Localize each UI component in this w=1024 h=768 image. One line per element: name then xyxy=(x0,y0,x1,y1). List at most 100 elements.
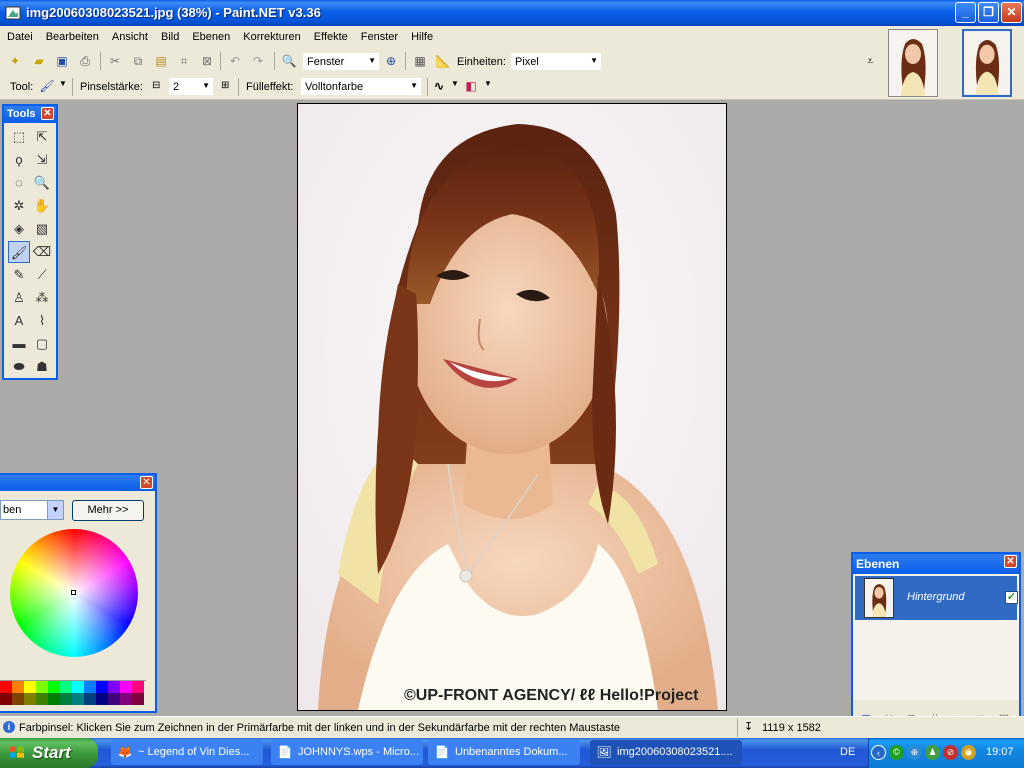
palette-swatch[interactable] xyxy=(132,681,144,693)
pan-hand-icon[interactable]: ✋ xyxy=(31,195,53,217)
palette-swatch[interactable] xyxy=(132,693,144,705)
eraser-icon[interactable]: ⌫ xyxy=(31,241,53,263)
menu-bild[interactable]: Bild xyxy=(154,26,185,43)
cut-icon[interactable]: ✂ xyxy=(106,52,124,70)
units-dropdown[interactable]: Pixel ▼ xyxy=(510,52,602,71)
layers-window-header[interactable]: Ebenen ✕ xyxy=(853,554,1019,574)
palette-swatch[interactable] xyxy=(0,681,12,693)
minimize-button[interactable]: _ xyxy=(955,2,976,23)
palette-swatch[interactable] xyxy=(96,681,108,693)
tools-window-header[interactable]: Tools ✕ xyxy=(4,106,56,123)
colors-window-header[interactable]: ✕ xyxy=(0,475,155,491)
menu-ebenen[interactable]: Ebenen xyxy=(185,26,236,43)
layer-visibility-checkbox[interactable]: ✓ xyxy=(1005,591,1018,604)
start-button[interactable]: Start xyxy=(0,738,98,768)
chevron-down-icon[interactable]: ▼ xyxy=(451,79,459,88)
color-mode-dropdown[interactable]: ben ▼ xyxy=(0,500,64,520)
palette-swatch[interactable] xyxy=(0,693,12,705)
chevron-down-icon[interactable]: ▼ xyxy=(59,79,67,88)
clone-stamp-icon[interactable]: ♙ xyxy=(8,287,30,309)
deselect-icon[interactable]: ⊠ xyxy=(198,52,216,70)
restore-button[interactable]: ❐ xyxy=(978,2,999,23)
palette-swatch[interactable] xyxy=(12,681,24,693)
palette-swatch[interactable] xyxy=(84,693,96,705)
blend-mode-icon[interactable]: ◧ xyxy=(462,77,480,95)
image-thumbnail-active[interactable] xyxy=(962,29,1012,97)
palette-swatch[interactable] xyxy=(120,681,132,693)
freeform-shape-icon[interactable]: ☗ xyxy=(31,356,53,378)
menu-ansicht[interactable]: Ansicht xyxy=(105,26,154,43)
paintbrush-icon[interactable]: 🖌 xyxy=(8,241,30,263)
undo-icon[interactable]: ↶ xyxy=(226,52,244,70)
increase-width-icon[interactable]: ⊞ xyxy=(221,80,229,91)
rectangle-select-icon[interactable]: ⬚ xyxy=(8,126,30,148)
image-thumbnail[interactable] xyxy=(888,29,938,97)
color-wheel[interactable] xyxy=(10,529,138,657)
palette-swatch[interactable] xyxy=(72,681,84,693)
menu-fenster[interactable]: Fenster xyxy=(354,26,404,43)
ellipse-icon[interactable]: ⬬ xyxy=(8,356,30,378)
magic-wand-icon[interactable]: ✲ xyxy=(8,195,30,217)
layer-row[interactable]: Hintergrund ✓ xyxy=(855,576,1018,620)
rectangle-icon[interactable]: ▬ xyxy=(8,333,30,355)
taskbar-button-works[interactable]: 📄 JOHNNYS.wps - Micro... xyxy=(271,740,423,765)
close-icon[interactable]: ✕ xyxy=(41,107,54,120)
palette-swatch[interactable] xyxy=(36,693,48,705)
palette-swatch[interactable] xyxy=(120,693,132,705)
image-canvas[interactable]: ©UP-FRONT AGENCY/ ℓℓ Hello!Project xyxy=(297,103,727,711)
brush-width-dropdown[interactable]: 2 ▼ xyxy=(168,77,214,96)
rulers-icon[interactable]: 📐 xyxy=(434,52,452,70)
pencil-icon[interactable]: ✎ xyxy=(8,264,30,286)
save-icon[interactable]: ▣ xyxy=(53,52,71,70)
tray-expand-icon[interactable]: ‹ xyxy=(871,745,886,760)
zoom-icon[interactable]: 🔍 xyxy=(31,172,53,194)
color-picker-icon[interactable]: ⟋ xyxy=(31,264,53,286)
tray-app-icon[interactable]: © xyxy=(889,745,904,760)
grid-icon[interactable]: ▦ xyxy=(411,52,429,70)
language-indicator[interactable]: DE xyxy=(840,746,855,758)
ellipse-select-icon[interactable]: ◌ xyxy=(8,172,30,194)
zoom-dropdown[interactable]: Fenster ▼ xyxy=(302,52,380,71)
menu-datei[interactable]: Datei xyxy=(0,26,39,43)
menu-effekte[interactable]: Effekte xyxy=(307,26,354,43)
palette-swatch[interactable] xyxy=(72,693,84,705)
palette-swatch[interactable] xyxy=(60,693,72,705)
zoom-out-icon[interactable]: 🔍 xyxy=(280,52,298,70)
rounded-rectangle-icon[interactable]: ▢ xyxy=(31,333,53,355)
menu-bearbeiten[interactable]: Bearbeiten xyxy=(39,26,105,43)
tray-messenger-icon[interactable]: ♟ xyxy=(925,745,940,760)
taskbar-button-document[interactable]: 📄 Unbenanntes Dokum... xyxy=(428,740,580,765)
tray-volume-icon[interactable]: ◉ xyxy=(961,745,976,760)
palette-swatch[interactable] xyxy=(60,681,72,693)
antialiasing-icon[interactable]: ∿ xyxy=(430,77,448,95)
more-button[interactable]: Mehr >> xyxy=(72,500,144,521)
palette-swatch[interactable] xyxy=(36,681,48,693)
palette-swatch[interactable] xyxy=(96,693,108,705)
move-selection-icon[interactable]: ⇱ xyxy=(31,126,53,148)
palette-swatch[interactable] xyxy=(24,681,36,693)
toolbar-overflow-icon[interactable]: ⩡ xyxy=(861,52,879,70)
move-selected-icon[interactable]: ⇲ xyxy=(31,149,53,171)
palette-swatch[interactable] xyxy=(84,681,96,693)
text-icon[interactable]: A xyxy=(8,310,30,332)
copy-icon[interactable]: ⧉ xyxy=(129,52,147,70)
tray-network-icon[interactable]: ⊕ xyxy=(907,745,922,760)
paint-bucket-icon[interactable]: ◈ xyxy=(8,218,30,240)
redo-icon[interactable]: ↷ xyxy=(249,52,267,70)
open-folder-icon[interactable]: ▰ xyxy=(30,52,48,70)
decrease-width-icon[interactable]: ⊟ xyxy=(152,80,160,91)
zoom-in-icon[interactable]: ⊕ xyxy=(382,52,400,70)
palette-swatch[interactable] xyxy=(48,693,60,705)
palette-swatch[interactable] xyxy=(48,681,60,693)
line-curve-icon[interactable]: ⌇ xyxy=(31,310,53,332)
taskbar-button-firefox[interactable]: 🦊 ~ Legend of Vin Dies... xyxy=(111,740,263,765)
close-icon[interactable]: ✕ xyxy=(140,476,153,489)
current-tool-paintbrush-icon[interactable]: 🖌 xyxy=(38,77,56,95)
fill-dropdown[interactable]: Volltonfarbe ▼ xyxy=(300,77,422,96)
new-image-icon[interactable]: ✦ xyxy=(6,52,24,70)
palette-swatch[interactable] xyxy=(24,693,36,705)
lasso-select-icon[interactable]: ϙ xyxy=(8,149,30,171)
menu-korrekturen[interactable]: Korrekturen xyxy=(236,26,306,43)
palette-swatch[interactable] xyxy=(108,693,120,705)
crop-icon[interactable]: ⌗ xyxy=(175,52,193,70)
